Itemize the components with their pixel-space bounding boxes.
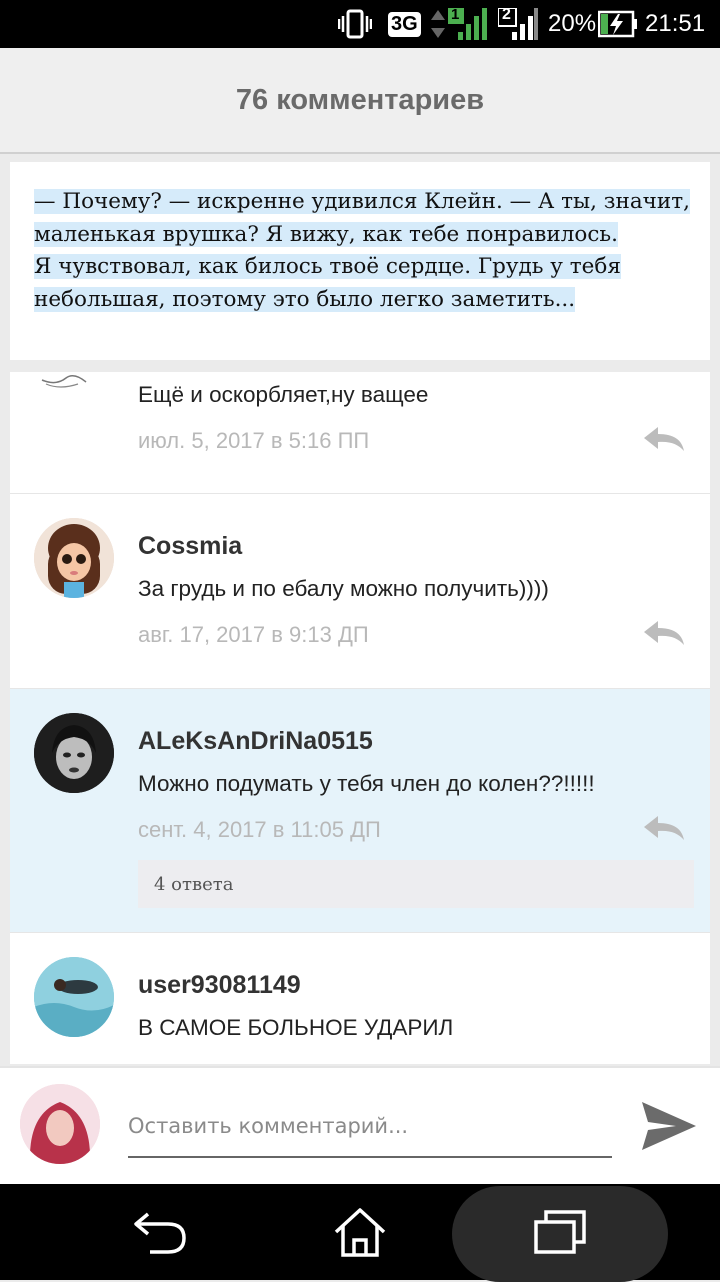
network-type-badge: 3G	[388, 8, 421, 40]
comment-username[interactable]: Cossmia	[138, 532, 242, 561]
comment-item: Ещё и оскорбляет,ну ващее июл. 5, 2017 в…	[10, 372, 710, 494]
vibrate-icon	[338, 8, 372, 40]
battery-percent: 20%	[548, 10, 597, 37]
comment-text: За грудь и по ебалу можно получить))))	[138, 576, 549, 601]
reply-icon[interactable]	[642, 426, 686, 452]
quote-line: маленькая врушка? Я вижу, как тебе понра…	[34, 221, 618, 247]
recents-icon[interactable]	[510, 1184, 610, 1280]
battery-charging-icon	[598, 8, 638, 40]
input-underline	[128, 1156, 612, 1158]
comment-date: авг. 17, 2017 в 9:13 ДП	[138, 622, 369, 647]
status-bar: 3G 1 2 20% 21:51	[0, 0, 720, 48]
system-nav-bar	[0, 1184, 720, 1282]
quote-line: — Почему? — искренне удивился Клейн. — А…	[34, 189, 690, 214]
comment-username[interactable]: ALeKsAnDriNa0515	[138, 727, 373, 756]
comment-text: В САМОЕ БОЛЬНОЕ УДАРИЛ	[138, 1015, 454, 1040]
comment-input[interactable]	[128, 1104, 612, 1148]
current-user-avatar[interactable]	[20, 1084, 100, 1164]
replies-count: 4 ответа	[154, 873, 234, 895]
reply-icon[interactable]	[642, 815, 686, 841]
home-icon[interactable]	[310, 1184, 410, 1280]
avatar[interactable]	[34, 372, 114, 392]
avatar[interactable]	[34, 957, 114, 1037]
send-icon[interactable]	[640, 1100, 698, 1152]
comment-date: сент. 4, 2017 в 11:05 ДП	[138, 817, 381, 842]
comment-item: Cossmia За грудь и по ебалу можно получи…	[10, 494, 710, 689]
replies-button[interactable]: 4 ответа	[138, 860, 694, 908]
avatar[interactable]	[34, 518, 114, 598]
quote-text: — Почему? — искренне удивился Клейн. — А…	[34, 186, 694, 316]
quote-line: Я чувствовал, как билось твоё сердце. Гр…	[34, 254, 621, 279]
comment-item: user93081149 В САМОЕ БОЛЬНОЕ УДАРИЛ	[10, 933, 710, 1064]
clock: 21:51	[645, 10, 706, 37]
comment-date: июл. 5, 2017 в 5:16 ПП	[138, 428, 370, 453]
comment-text: Ещё и оскорбляет,ну ващее	[138, 382, 429, 407]
comments-list[interactable]: Ещё и оскорбляет,ну ващее июл. 5, 2017 в…	[10, 372, 710, 1064]
sim1-signal-icon: 1	[448, 6, 488, 40]
sim2-signal-icon: 2	[498, 6, 538, 40]
comments-header: 76 комментариев	[0, 48, 720, 154]
page-title: 76 комментариев	[235, 83, 485, 116]
quote-card: — Почему? — искренне удивился Клейн. — А…	[10, 162, 710, 360]
comment-item: ALeKsAnDriNa0515 Можно подумать у тебя ч…	[10, 689, 710, 933]
reply-icon[interactable]	[642, 620, 686, 646]
comment-text: Можно подумать у тебя член до колен??!!!…	[138, 771, 595, 796]
quote-line: небольшая, поэтому это было легко замети…	[34, 286, 576, 312]
comment-username[interactable]: user93081149	[138, 971, 301, 1000]
back-icon[interactable]	[110, 1184, 210, 1280]
data-activity-icon	[430, 8, 446, 40]
avatar[interactable]	[34, 713, 114, 793]
